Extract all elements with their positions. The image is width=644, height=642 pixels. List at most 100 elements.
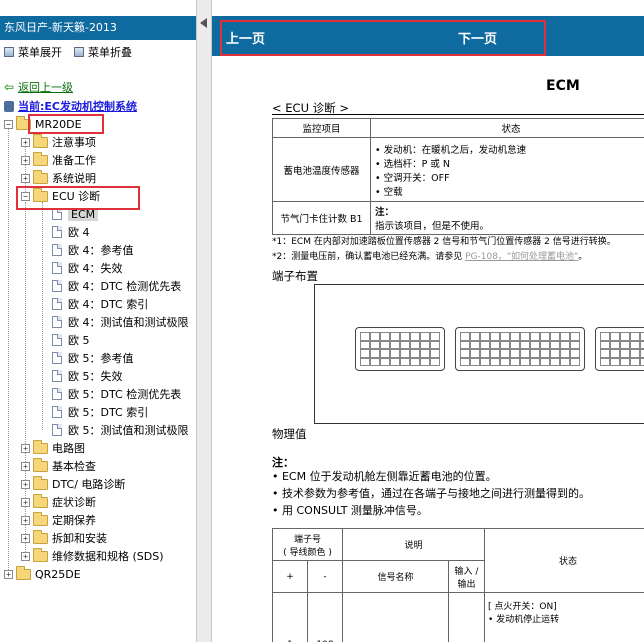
tree-leaf-label: 欧 4：测试值和测试极限 xyxy=(68,316,189,329)
tree-leaf[interactable]: 欧 5：测试值和测试极限 xyxy=(52,421,189,439)
back-arrow-icon: ⇦ xyxy=(4,80,15,94)
expand-toggle-icon[interactable]: + xyxy=(21,515,30,525)
back-link[interactable]: ⇦ 返回上一级 xyxy=(4,78,73,96)
folder-icon xyxy=(33,133,48,148)
expand-icon xyxy=(4,47,14,57)
table-header: 说明 xyxy=(342,528,485,561)
state-text: • 发动机停止运转 xyxy=(488,615,560,625)
current-link[interactable]: 当前:EC发动机控制系统 xyxy=(4,97,137,115)
tree-leaf-label: 欧 4 xyxy=(68,226,90,239)
phys-note-item: • ECM 位于发动机舱左侧靠近蓄电池的位置。 xyxy=(272,470,497,483)
tree-node-dtc[interactable]: + DTC/ 电路诊断 xyxy=(21,475,125,493)
collapse-menu-button[interactable]: 菜单折叠 xyxy=(74,44,132,60)
table-cell: 发动机：在暖机之后，发动机怠速 选档杆：P 或 N 空调开关：OFF 空载 xyxy=(370,137,644,202)
note-text: 指示该项目，但是不使用。 xyxy=(375,221,490,232)
next-page-button[interactable]: 下一页 xyxy=(458,28,497,47)
table-header: 输入 / 输出 xyxy=(448,560,485,593)
tree-node-qr25de[interactable]: + QR25DE xyxy=(4,565,81,583)
tree-node-sds[interactable]: + 维修数据和规格 (SDS) xyxy=(21,547,164,565)
tree-node-mr20de[interactable]: − MR20DE xyxy=(4,115,82,133)
tree-leaf[interactable]: 欧 4：DTC 索引 xyxy=(52,295,148,313)
tree-leaf[interactable]: 欧 4 xyxy=(52,223,90,241)
tree-node-circuit[interactable]: + 电路图 xyxy=(21,439,85,457)
condition-item: 空调开关：OFF xyxy=(375,170,644,184)
expand-toggle-icon[interactable]: + xyxy=(21,461,30,471)
tree-node-label: 维修数据和规格 (SDS) xyxy=(52,550,164,563)
folder-icon xyxy=(33,529,48,544)
tree-leaf-label: 欧 5 xyxy=(68,334,90,347)
expand-toggle-icon[interactable]: + xyxy=(21,551,30,561)
tree-leaf[interactable]: 欧 4：失效 xyxy=(52,259,123,277)
tree-leaf[interactable]: 欧 5：参考值 xyxy=(52,349,134,367)
tree-leaf[interactable]: 欧 4：DTC 检测优先表 xyxy=(52,277,181,295)
connector-middle xyxy=(455,327,585,371)
tree-leaf-label: 欧 5：失效 xyxy=(68,370,123,383)
table-cell: 108 xyxy=(307,592,343,642)
tree-node-basic[interactable]: + 基本检查 xyxy=(21,457,96,475)
tree-leaf-label: 欧 5：测试值和测试极限 xyxy=(68,424,189,437)
tree-node-removal[interactable]: + 拆卸和安装 xyxy=(21,529,107,547)
table-cell xyxy=(342,592,449,642)
expand-toggle-icon[interactable]: + xyxy=(21,155,30,165)
tree-leaf-ecm[interactable]: ECM xyxy=(52,205,99,223)
expand-toggle-icon[interactable]: + xyxy=(21,533,30,543)
expand-toggle-icon[interactable]: + xyxy=(21,443,30,453)
expand-toggle-icon[interactable]: + xyxy=(21,137,30,147)
table-header: 信号名称 xyxy=(342,560,449,593)
folder-icon xyxy=(33,457,48,472)
tree-node-sys[interactable]: + 系统说明 xyxy=(21,169,96,187)
tree-leaf[interactable]: 欧 4：测试值和测试极限 xyxy=(52,313,189,331)
tree-leaf-label: 欧 4：失效 xyxy=(68,262,123,275)
tree-node-notes[interactable]: + 注意事项 xyxy=(21,133,96,151)
state-text: [ 点火开关：ON] xyxy=(488,602,557,612)
tree-node-symptom[interactable]: + 症状诊断 xyxy=(21,493,96,511)
tree-leaf[interactable]: 欧 5 xyxy=(52,331,90,349)
tree-leaf-label: 欧 4：参考值 xyxy=(68,244,134,257)
tree-leaf[interactable]: 欧 5：DTC 索引 xyxy=(52,403,148,421)
phys-note-item: • 技术参数为参考值，通过在各端子与接地之间进行测量得到的。 xyxy=(272,487,590,500)
folder-icon xyxy=(33,547,48,562)
condition-item: 选档杆：P 或 N xyxy=(375,156,644,170)
table-header: 状态 xyxy=(370,118,644,138)
tree-node-label: 定期保养 xyxy=(52,514,96,527)
folder-open-icon xyxy=(33,187,48,202)
expand-toggle-icon[interactable]: + xyxy=(21,497,30,507)
collapse-toggle-icon[interactable]: − xyxy=(21,191,30,201)
tree-node-label: QR25DE xyxy=(35,567,81,581)
prev-page-button[interactable]: 上一页 xyxy=(226,28,265,47)
footnote-text: 。 xyxy=(578,252,588,262)
folder-open-icon xyxy=(16,115,31,130)
tree-leaf[interactable]: 欧 5：DTC 检测优先表 xyxy=(52,385,181,403)
tree-leaf[interactable]: 欧 5：失效 xyxy=(52,367,123,385)
footnote-link[interactable]: PG-108，"如何处理蓄电池" xyxy=(465,252,578,262)
table-cell xyxy=(448,592,485,642)
expand-toggle-icon[interactable]: + xyxy=(21,479,30,489)
tree-node-ecu[interactable]: − ECU 诊断 xyxy=(21,187,100,205)
tree-leaf[interactable]: 欧 4：参考值 xyxy=(52,241,134,259)
tree-node-label: MR20DE xyxy=(35,117,82,131)
document-icon xyxy=(52,226,62,238)
tree-line xyxy=(42,202,43,430)
document-icon xyxy=(52,370,62,382)
collapse-toggle-icon[interactable]: − xyxy=(4,119,13,129)
nav-toolbar: 菜单展开 菜单折叠 xyxy=(0,42,196,62)
content-pane: 上一页 下一页 ECM < ECU 诊断 > 监控项目 状态 蓄电池温度传感器 … xyxy=(212,0,644,642)
tree-node-maintenance[interactable]: + 定期保养 xyxy=(21,511,96,529)
collapse-pane-arrow-icon[interactable] xyxy=(200,18,207,28)
expand-toggle-icon[interactable]: + xyxy=(4,569,13,579)
tree-node-prep[interactable]: + 准备工作 xyxy=(21,151,96,169)
folder-icon xyxy=(33,151,48,166)
tree-node-label: ECU 诊断 xyxy=(52,190,101,203)
table-cell: 蓄电池温度传感器 xyxy=(272,137,371,202)
navigation-pane: 东风日产-新天籁-2013 菜单展开 菜单折叠 ⇦ 返回上一级 当前:EC发动机… xyxy=(0,0,196,642)
document-icon xyxy=(52,208,62,220)
pane-splitter[interactable] xyxy=(196,0,212,642)
expand-menu-button[interactable]: 菜单展开 xyxy=(4,44,62,60)
expand-toggle-icon[interactable]: + xyxy=(21,173,30,183)
system-icon xyxy=(4,100,14,112)
expand-menu-label: 菜单展开 xyxy=(18,46,62,59)
back-link-label: 返回上一级 xyxy=(18,81,74,94)
folder-icon xyxy=(16,565,31,580)
condition-item: 空载 xyxy=(375,184,644,198)
folder-icon xyxy=(33,511,48,526)
